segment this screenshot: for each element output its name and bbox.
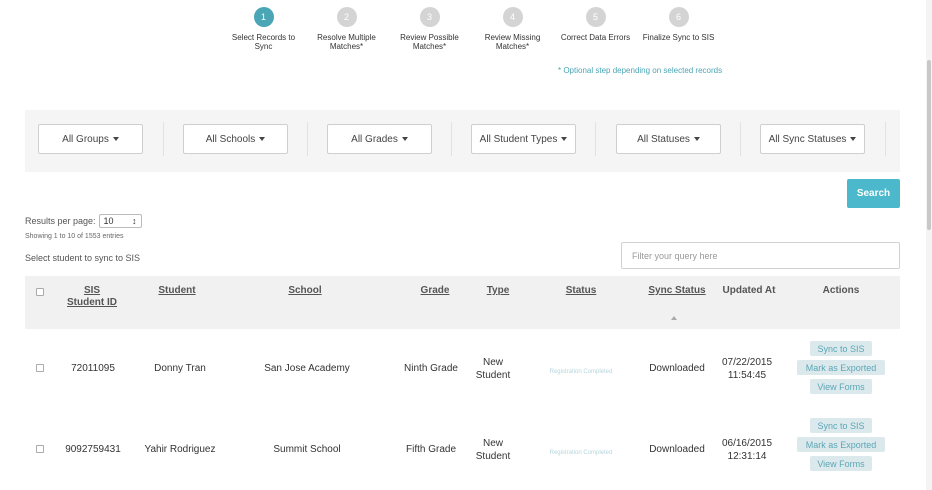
- step-resolve-multiple[interactable]: 2 Resolve Multiple Matches*: [305, 7, 388, 51]
- results-per-page-label: Results per page:: [25, 216, 96, 226]
- caret-down-icon: [561, 137, 568, 141]
- step-label: Correct Data Errors: [560, 33, 631, 42]
- column-header-status[interactable]: Status: [545, 285, 617, 297]
- sync-status-cell: Downloaded: [649, 444, 705, 455]
- select-all-checkbox[interactable]: [36, 288, 44, 296]
- updated-at-cell: 06/16/2015 12:31:14: [721, 438, 773, 462]
- results-per-page-select[interactable]: 10 ↕: [98, 214, 142, 228]
- grades-filter[interactable]: All Grades: [327, 124, 432, 154]
- optional-step-note: * Optional step depending on selected re…: [558, 66, 723, 75]
- sync-statuses-filter[interactable]: All Sync Statuses: [760, 124, 865, 154]
- wizard-steps: 1 Select Records to Sync 2 Resolve Multi…: [222, 7, 720, 51]
- column-header-type[interactable]: Type: [478, 285, 518, 297]
- sort-ascending-icon[interactable]: [671, 316, 677, 320]
- school-cell: San Jose Academy: [264, 363, 350, 374]
- step-label: Finalize Sync to SIS: [642, 33, 715, 42]
- school-cell: Summit School: [273, 444, 341, 455]
- step-number: 6: [668, 7, 689, 27]
- student-types-filter-label: All Student Types: [479, 133, 558, 145]
- type-cell: New Student: [475, 357, 511, 381]
- sync-to-sis-button[interactable]: Sync to SIS: [810, 418, 872, 433]
- step-label: Resolve Multiple Matches*: [317, 33, 376, 51]
- sis-id-cell: 9092759431: [65, 444, 121, 455]
- column-header-grade[interactable]: Grade: [408, 285, 462, 297]
- step-finalize-sync[interactable]: 6 Finalize Sync to SIS: [637, 7, 720, 51]
- caret-down-icon: [401, 137, 408, 141]
- groups-filter-label: All Groups: [62, 133, 109, 145]
- results-per-page-value: 10: [103, 216, 114, 226]
- column-header-updated-at: Updated At: [722, 285, 776, 296]
- select-arrows-icon: ↕: [132, 216, 137, 226]
- filter-query-input[interactable]: Filter your query here: [621, 242, 900, 269]
- table-row: 9092759431 Yahir Rodriguez Summit School…: [25, 412, 900, 486]
- table-row: 72011095 Donny Tran San Jose Academy Nin…: [25, 331, 900, 405]
- caret-down-icon: [850, 137, 857, 141]
- status-cell: Registration Completed: [549, 369, 613, 375]
- grades-filter-label: All Grades: [351, 133, 398, 145]
- sis-id-cell: 72011095: [71, 363, 115, 374]
- sync-statuses-filter-label: All Sync Statuses: [768, 133, 847, 145]
- results-per-page: Results per page: 10 ↕: [25, 214, 142, 228]
- column-header-school[interactable]: School: [260, 285, 350, 297]
- page-scrollbar[interactable]: [926, 0, 932, 490]
- step-label: Select Records to Sync: [231, 33, 296, 51]
- step-review-possible[interactable]: 3 Review Possible Matches*: [388, 7, 471, 51]
- step-number: 1: [253, 7, 274, 27]
- filter-divider: [163, 122, 164, 156]
- sync-to-sis-button[interactable]: Sync to SIS: [810, 341, 872, 356]
- column-header-student[interactable]: Student: [144, 285, 210, 297]
- student-cell: Donny Tran: [154, 363, 206, 374]
- entries-count: Showing 1 to 10 of 1553 entries: [25, 233, 124, 240]
- grade-cell: Fifth Grade: [405, 444, 457, 455]
- column-header-sync-status[interactable]: Sync Status: [637, 285, 717, 297]
- search-button[interactable]: Search: [847, 179, 900, 208]
- step-number: 3: [419, 7, 440, 27]
- view-forms-button[interactable]: View Forms: [810, 379, 872, 394]
- filter-divider: [451, 122, 452, 156]
- step-label: Review Possible Matches*: [400, 33, 459, 51]
- view-forms-button[interactable]: View Forms: [810, 456, 872, 471]
- row-checkbox[interactable]: [36, 445, 44, 453]
- filter-divider: [595, 122, 596, 156]
- filter-divider: [740, 122, 741, 156]
- groups-filter[interactable]: All Groups: [38, 124, 143, 154]
- row-checkbox[interactable]: [36, 364, 44, 372]
- scrollbar-thumb[interactable]: [927, 60, 931, 230]
- step-number: 2: [336, 7, 357, 27]
- sync-status-cell: Downloaded: [649, 363, 705, 374]
- schools-filter-label: All Schools: [205, 133, 256, 145]
- status-cell: Registration Completed: [549, 450, 613, 456]
- step-number: 5: [585, 7, 606, 27]
- caret-down-icon: [693, 137, 700, 141]
- statuses-filter-label: All Statuses: [637, 133, 690, 145]
- step-label: Review Missing Matches*: [484, 33, 541, 51]
- step-review-missing[interactable]: 4 Review Missing Matches*: [471, 7, 554, 51]
- mark-as-exported-button[interactable]: Mark as Exported: [797, 437, 885, 452]
- type-cell: New Student: [475, 438, 511, 462]
- statuses-filter[interactable]: All Statuses: [616, 124, 721, 154]
- column-header-sis-id[interactable]: SIS Student ID: [65, 285, 119, 309]
- step-number: 4: [502, 7, 523, 27]
- student-types-filter[interactable]: All Student Types: [471, 124, 576, 154]
- step-select-records[interactable]: 1 Select Records to Sync: [222, 7, 305, 51]
- student-cell: Yahir Rodriguez: [144, 444, 216, 455]
- select-student-label: Select student to sync to SIS: [25, 253, 141, 263]
- caret-down-icon: [112, 137, 119, 141]
- table-header: SIS Student ID Student School Grade Type…: [25, 276, 900, 329]
- caret-down-icon: [259, 137, 266, 141]
- schools-filter[interactable]: All Schools: [183, 124, 288, 154]
- column-header-actions: Actions: [822, 285, 860, 296]
- updated-at-cell: 07/22/2015 11:54:45: [721, 357, 773, 381]
- filter-divider: [885, 122, 886, 156]
- filter-divider: [307, 122, 308, 156]
- grade-cell: Ninth Grade: [404, 363, 458, 374]
- mark-as-exported-button[interactable]: Mark as Exported: [797, 360, 885, 375]
- filter-bar: All Groups All Schools All Grades All St…: [25, 110, 900, 172]
- step-correct-errors[interactable]: 5 Correct Data Errors: [554, 7, 637, 51]
